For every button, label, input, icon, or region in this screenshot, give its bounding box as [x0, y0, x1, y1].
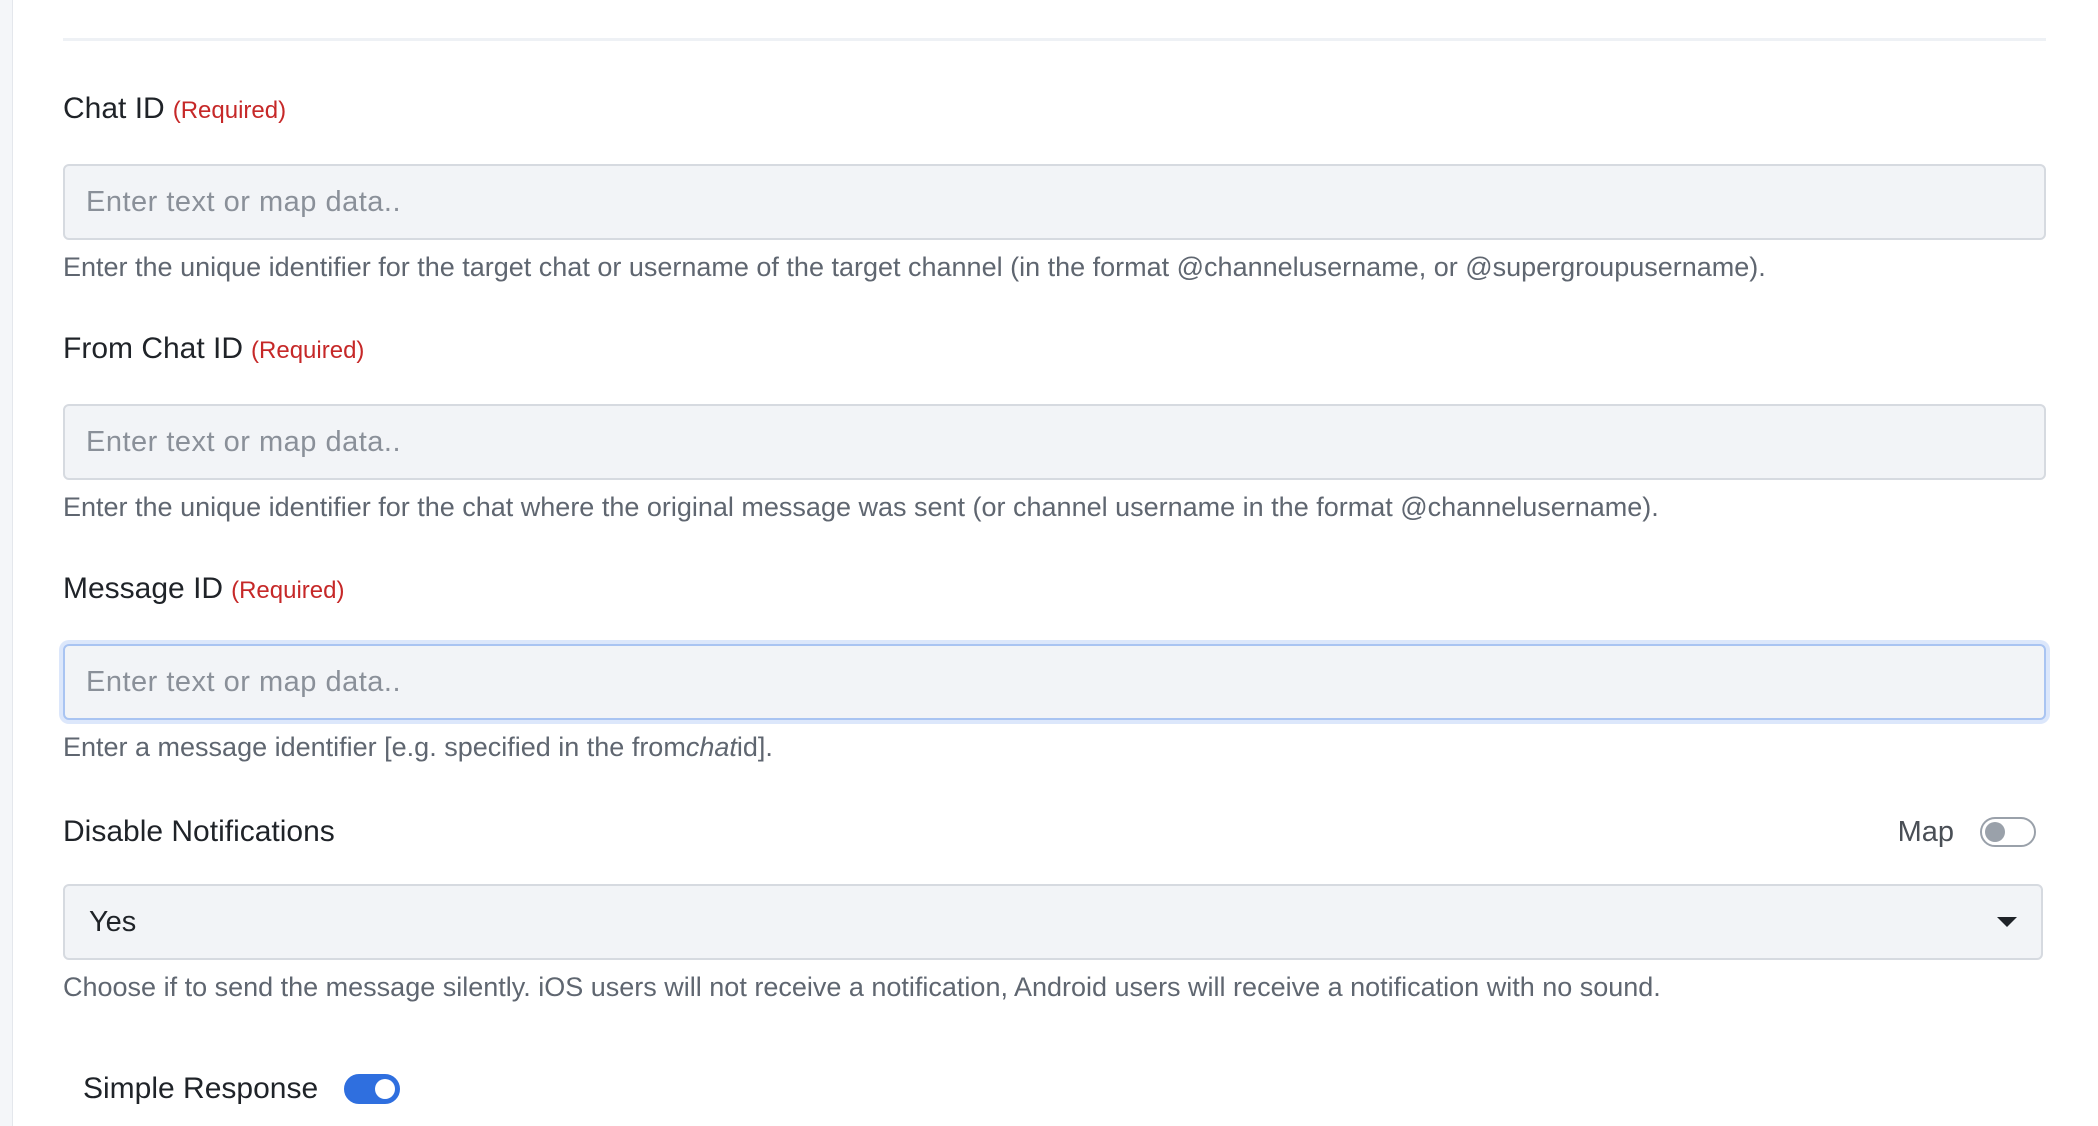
from-chat-id-label: From Chat ID (Required): [63, 332, 2046, 372]
map-toggle-group: Map: [1898, 816, 2036, 849]
message-id-help-em: chat: [685, 732, 737, 762]
map-toggle[interactable]: [1980, 817, 2036, 847]
from-chat-id-help: Enter the unique identifier for the chat…: [63, 492, 1659, 522]
caret-down-icon: [1997, 917, 2017, 927]
chat-id-required-badge: (Required): [172, 97, 287, 124]
message-id-label-text: Message ID: [63, 572, 224, 605]
from-chat-id-field: From Chat ID (Required) Enter the unique…: [63, 332, 2046, 523]
message-id-help-pre: Enter a message identifier [e.g. specifi…: [63, 732, 686, 762]
from-chat-id-required-badge: (Required): [251, 337, 365, 364]
disable-notifications-help: Choose if to send the message silently. …: [63, 972, 1661, 1002]
form-panel: Chat ID (Required) Enter the unique iden…: [12, 0, 2098, 1126]
simple-response-toggle-knob: [375, 1079, 396, 1099]
message-id-input[interactable]: [63, 644, 2046, 720]
chat-id-label: Chat ID (Required): [63, 92, 2046, 132]
disable-notifications-selected-value: Yes: [89, 905, 137, 938]
disable-notifications-header: Disable Notifications Map: [63, 812, 2046, 852]
message-id-help-post: id].: [736, 732, 773, 762]
message-id-field: Message ID (Required) Enter a message id…: [63, 572, 2046, 763]
message-id-label: Message ID (Required): [63, 572, 2046, 612]
simple-response-row: Simple Response: [83, 1072, 401, 1106]
from-chat-id-input[interactable]: [63, 404, 2046, 480]
message-id-help: Enter a message identifier [e.g. specifi…: [63, 732, 2046, 763]
disable-notifications-field: Disable Notifications Map Yes Choose if …: [63, 812, 2046, 1003]
map-toggle-knob: [1985, 822, 2005, 842]
chat-id-input[interactable]: [63, 164, 2046, 240]
section-divider: [63, 38, 2046, 41]
chat-id-label-text: Chat ID: [63, 92, 165, 125]
chat-id-help: Enter the unique identifier for the targ…: [63, 252, 1766, 282]
simple-response-label: Simple Response: [83, 1072, 319, 1105]
message-id-required-badge: (Required): [231, 577, 345, 604]
chat-id-field: Chat ID (Required) Enter the unique iden…: [63, 92, 2046, 283]
disable-notifications-select[interactable]: Yes: [63, 884, 2043, 960]
simple-response-toggle[interactable]: [344, 1074, 401, 1104]
disable-notifications-label: Disable Notifications: [63, 815, 335, 848]
from-chat-id-label-text: From Chat ID: [63, 332, 244, 365]
map-label: Map: [1897, 815, 1954, 848]
